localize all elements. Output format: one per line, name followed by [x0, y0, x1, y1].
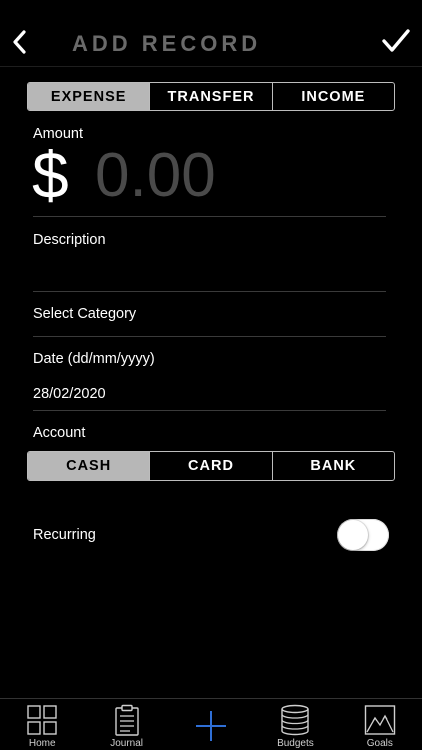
grid-icon [27, 705, 57, 735]
segment-cash[interactable]: CASH [28, 452, 150, 480]
recurring-toggle[interactable] [337, 519, 389, 551]
plus-icon [196, 711, 227, 741]
tab-label: Home [28, 738, 56, 749]
account-label: Account [33, 425, 86, 441]
database-stack-icon [281, 704, 310, 736]
add-record-screen: ADD RECORD EXPENSE TRANSFER INCOME Amoun… [0, 0, 422, 750]
back-button[interactable] [6, 26, 34, 58]
checkmark-icon [382, 29, 410, 52]
select-category-field[interactable]: Select Category [33, 306, 136, 322]
confirm-button[interactable] [380, 26, 412, 56]
date-label: Date (dd/mm/yyyy) [33, 351, 155, 367]
chevron-left-icon [13, 30, 26, 54]
amount-input[interactable] [95, 142, 375, 208]
segment-expense[interactable]: EXPENSE [28, 83, 150, 110]
tab-label: Goals [366, 738, 393, 749]
currency-symbol: $ [32, 138, 69, 212]
recurring-label: Recurring [33, 527, 96, 543]
tab-budgets[interactable]: Budgets [253, 699, 337, 750]
divider [33, 336, 386, 337]
clipboard-icon [114, 704, 139, 736]
date-field[interactable]: 28/02/2020 [33, 386, 106, 402]
divider [33, 216, 386, 217]
segment-transfer[interactable]: TRANSFER [149, 83, 271, 110]
tab-home[interactable]: Home [0, 699, 84, 750]
record-type-segmented-control: EXPENSE TRANSFER INCOME [27, 82, 395, 111]
header-bar: ADD RECORD [0, 0, 422, 67]
segment-income[interactable]: INCOME [271, 83, 394, 110]
tab-goals[interactable]: Goals [338, 699, 422, 750]
toggle-knob [338, 520, 368, 550]
mountain-picture-icon [364, 705, 396, 735]
tab-journal[interactable]: Journal [84, 699, 168, 750]
description-label: Description [33, 232, 106, 248]
segment-bank[interactable]: BANK [271, 452, 394, 480]
divider [33, 291, 386, 292]
tab-label: Budgets [277, 738, 314, 749]
description-input[interactable] [33, 256, 386, 286]
bottom-tab-bar: Home Journal Budgets Goals [0, 698, 422, 750]
tab-label: Journal [110, 738, 144, 749]
tab-add[interactable] [169, 699, 253, 750]
page-title: ADD RECORD [72, 31, 262, 56]
divider [33, 410, 386, 411]
segment-card[interactable]: CARD [149, 452, 271, 480]
account-segmented-control: CASH CARD BANK [27, 451, 395, 481]
